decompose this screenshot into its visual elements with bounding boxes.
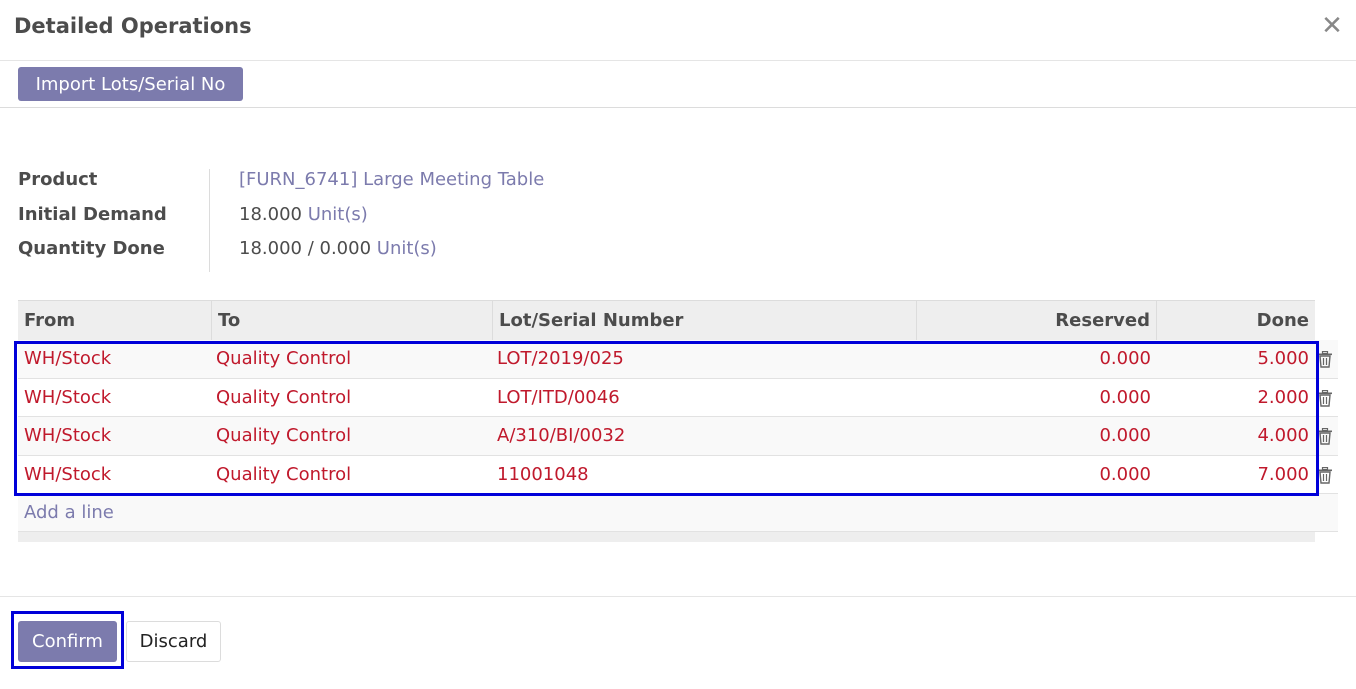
initial-demand-label: Initial Demand xyxy=(18,203,167,225)
dialog-toolbar: Import Lots/Serial No xyxy=(0,61,1356,108)
table-header: From To Lot/Serial Number Reserved Done xyxy=(18,300,1315,341)
cell-done[interactable]: 7.000 xyxy=(1157,456,1315,494)
initial-demand-uom[interactable]: Unit(s) xyxy=(308,204,368,225)
cell-lot[interactable]: A/310/BI/0032 xyxy=(491,417,915,455)
quantity-done-uom[interactable]: Unit(s) xyxy=(377,238,437,259)
discard-button[interactable]: Discard xyxy=(126,621,221,662)
table-footer xyxy=(18,532,1315,542)
cell-to[interactable]: Quality Control xyxy=(210,456,491,494)
column-reserved[interactable]: Reserved xyxy=(917,301,1157,341)
cell-reserved: 0.000 xyxy=(1099,386,1151,408)
table-row[interactable]: WH/Stock Quality Control 11001048 0.000 … xyxy=(18,456,1338,494)
cell-reserved: 0.000 xyxy=(1099,463,1151,485)
trash-icon[interactable] xyxy=(1317,389,1333,407)
quantity-done-label: Quantity Done xyxy=(18,238,165,259)
cell-done[interactable]: 5.000 xyxy=(1157,340,1315,378)
add-line-link[interactable]: Add a line xyxy=(24,494,114,532)
product-label: Product xyxy=(18,169,98,190)
cell-to[interactable]: Quality Control xyxy=(210,340,491,378)
add-line-row: Add a line xyxy=(18,494,1338,532)
initial-demand-qty: 18.000 xyxy=(239,203,302,225)
cell-done[interactable]: 2.000 xyxy=(1157,379,1315,417)
column-lot-serial[interactable]: Lot/Serial Number xyxy=(493,301,917,341)
column-to[interactable]: To xyxy=(212,301,493,341)
dialog-header: Detailed Operations ✕ xyxy=(0,0,1356,61)
cell-from[interactable]: WH/Stock xyxy=(18,379,212,417)
move-lines-table: From To Lot/Serial Number Reserved Done … xyxy=(18,300,1338,542)
cell-reserved: 0.000 xyxy=(1099,348,1151,369)
trash-icon[interactable] xyxy=(1317,351,1333,368)
cell-done[interactable]: 4.000 xyxy=(1157,417,1315,455)
trash-icon[interactable] xyxy=(1317,428,1333,445)
dialog-title: Detailed Operations xyxy=(14,14,252,38)
table-row[interactable]: WH/Stock Quality Control LOT/ITD/0046 0.… xyxy=(18,379,1338,417)
cell-lot[interactable]: LOT/ITD/0046 xyxy=(491,379,915,417)
cell-from[interactable]: WH/Stock xyxy=(18,417,212,455)
cell-to[interactable]: Quality Control xyxy=(210,417,491,455)
quantity-done-value: 18.000 / 0.000 Unit(s) xyxy=(239,238,437,259)
dialog-footer: Confirm Discard xyxy=(0,596,1356,689)
close-icon[interactable]: ✕ xyxy=(1320,12,1344,40)
import-lots-button[interactable]: Import Lots/Serial No xyxy=(18,67,243,101)
table-row[interactable]: WH/Stock Quality Control LOT/2019/025 0.… xyxy=(18,340,1338,379)
table-row[interactable]: WH/Stock Quality Control A/310/BI/0032 0… xyxy=(18,417,1338,456)
cell-from[interactable]: WH/Stock xyxy=(18,456,212,494)
quantity-done-qty: 18.000 / 0.000 xyxy=(239,238,372,259)
cell-reserved: 0.000 xyxy=(1099,425,1151,446)
trash-icon[interactable] xyxy=(1317,466,1333,484)
cell-from[interactable]: WH/Stock xyxy=(18,340,212,378)
table-body: WH/Stock Quality Control LOT/2019/025 0.… xyxy=(18,340,1338,494)
column-done[interactable]: Done xyxy=(1157,301,1315,341)
cell-lot[interactable]: LOT/2019/025 xyxy=(491,340,915,378)
cell-lot[interactable]: 11001048 xyxy=(491,456,915,494)
column-from[interactable]: From xyxy=(18,301,212,341)
product-link[interactable]: [FURN_6741] Large Meeting Table xyxy=(239,169,544,190)
cell-to[interactable]: Quality Control xyxy=(210,379,491,417)
initial-demand-value: 18.000 Unit(s) xyxy=(239,204,368,225)
confirm-button[interactable]: Confirm xyxy=(18,621,117,662)
